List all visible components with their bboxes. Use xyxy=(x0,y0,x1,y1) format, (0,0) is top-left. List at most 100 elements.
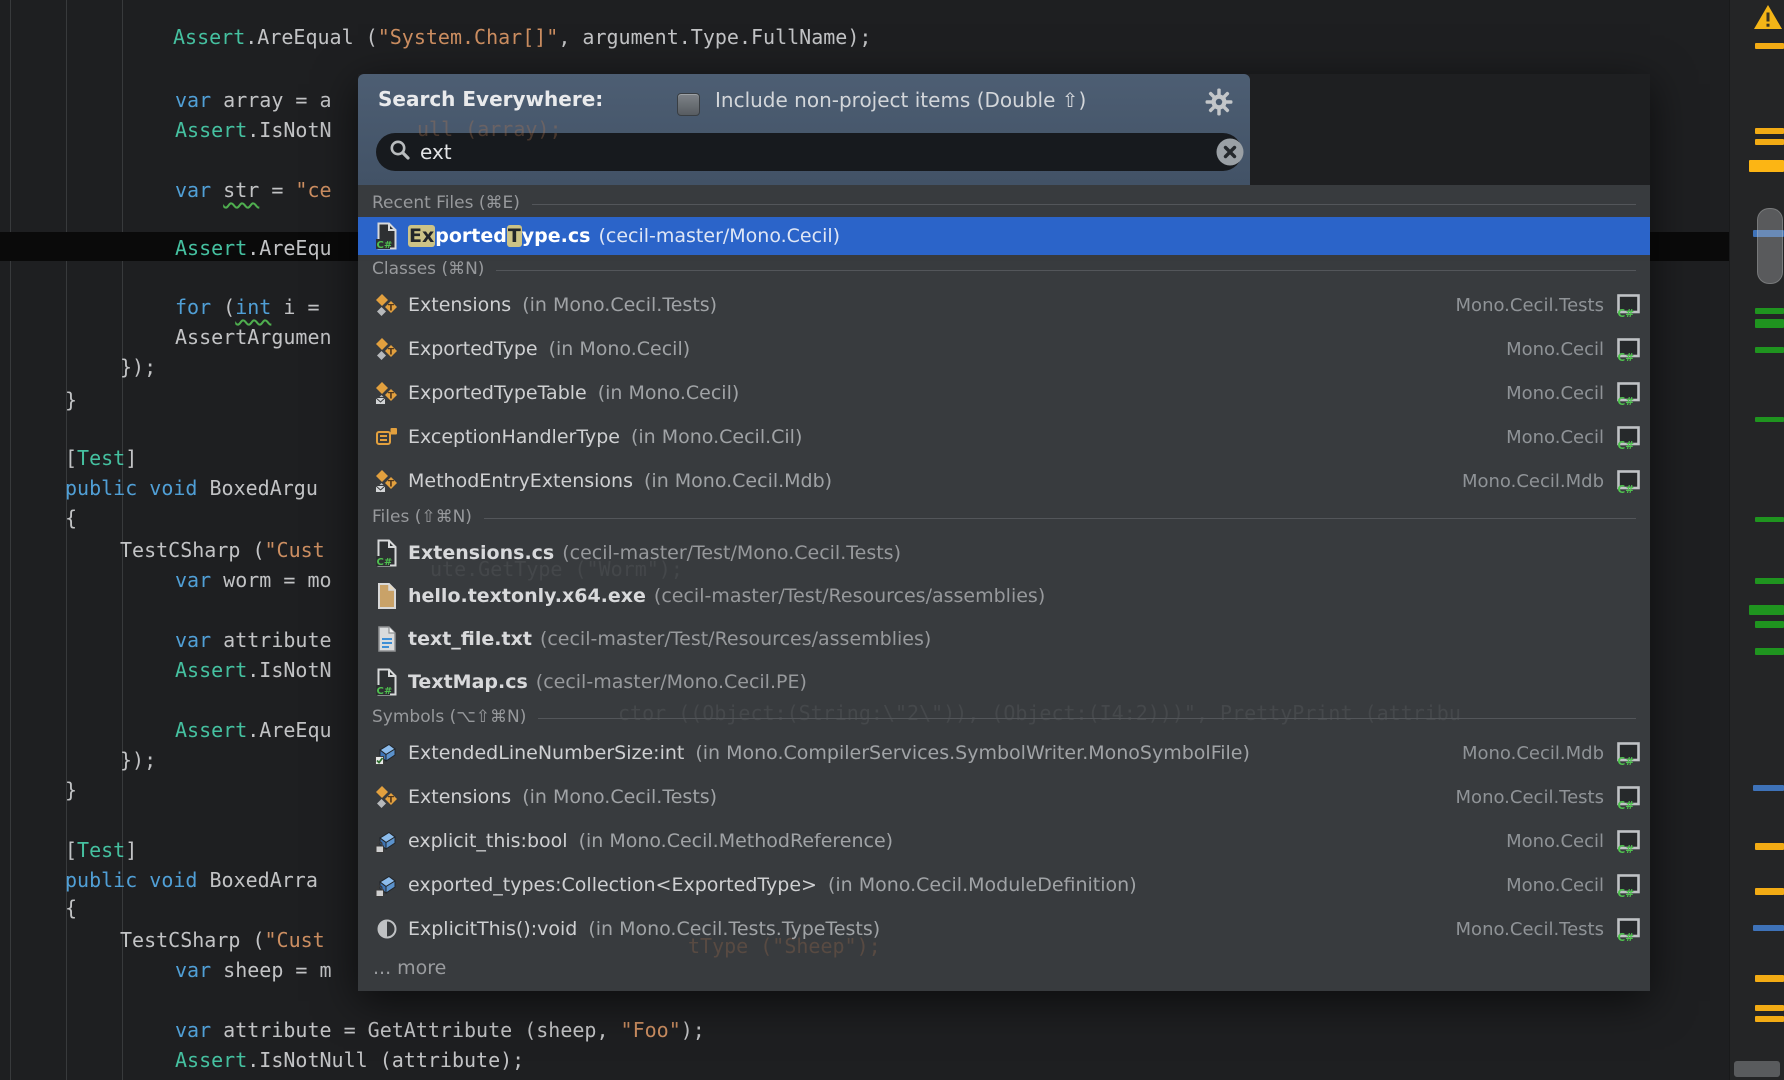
result-row[interactable]: TExportedType(in Mono.Cecil)Mono.CecilC# xyxy=(358,327,1650,371)
error-stripe-mark[interactable] xyxy=(1753,925,1784,931)
error-stripe-mark[interactable] xyxy=(1755,347,1784,353)
result-row[interactable]: C#TextMap.cs(cecil-master/Mono.Cecil.PE) xyxy=(358,660,1650,703)
gear-icon[interactable] xyxy=(1205,88,1233,120)
result-row[interactable]: C#ExportedType.cs(cecil-master/Mono.Ceci… xyxy=(358,217,1650,255)
error-stripe-mark[interactable] xyxy=(1755,843,1784,850)
csharp-file-icon: C# xyxy=(372,222,402,250)
result-module: Mono.Cecil.Tests xyxy=(1456,919,1604,940)
result-row[interactable]: text_file.txt(cecil-master/Test/Resource… xyxy=(358,617,1650,660)
include-non-project-label[interactable]: Include non-project items (Double ⇧) xyxy=(715,88,1086,112)
more-results[interactable]: ... more xyxy=(358,951,1650,985)
code-line: var attribute = GetAttribute (sheep, "Fo… xyxy=(175,1015,705,1045)
result-module: Mono.Cecil.Tests xyxy=(1456,787,1604,808)
code-line: [Test] xyxy=(65,443,137,473)
error-stripe-mark[interactable] xyxy=(1755,1016,1784,1022)
result-name: Extensions xyxy=(408,786,511,808)
search-icon xyxy=(388,138,412,166)
result-name: MethodEntryExtensions xyxy=(408,470,633,492)
result-module: Mono.Cecil xyxy=(1506,383,1604,404)
result-row[interactable]: TExportedTypeTable(in Mono.Cecil)Mono.Ce… xyxy=(358,371,1650,415)
csharp-file-icon: C# xyxy=(372,539,402,567)
error-stripe-mark[interactable] xyxy=(1755,578,1784,584)
section-title: Symbols (⌥⇧⌘N) xyxy=(372,707,526,727)
code-line: for (int i = xyxy=(175,292,332,322)
result-module: Mono.Cecil xyxy=(1506,875,1604,896)
result-row[interactable]: exported_types:Collection<ExportedType>(… xyxy=(358,863,1650,907)
svg-text:C#: C# xyxy=(1617,932,1634,942)
error-stripe-mark[interactable] xyxy=(1755,975,1784,982)
warning-triangle-icon[interactable] xyxy=(1752,3,1784,36)
svg-text:T: T xyxy=(388,796,395,806)
result-context: (cecil-master/Test/Resources/assemblies) xyxy=(654,585,1045,607)
result-row[interactable]: TExtensions(in Mono.Cecil.Tests)Mono.Cec… xyxy=(358,775,1650,819)
csharp-file-icon: C# xyxy=(372,668,402,696)
code-line: Assert.AreEqual ("System.Char[]", argume… xyxy=(173,22,871,52)
result-context: (in Mono.Cecil.Cil) xyxy=(631,426,802,448)
class-icon: T xyxy=(372,337,402,361)
error-stripe-mark[interactable] xyxy=(1755,1005,1784,1011)
error-stripe-mark[interactable] xyxy=(1749,605,1784,615)
section-header: Classes (⌘N) xyxy=(358,255,1650,283)
svg-text:C#: C# xyxy=(377,557,393,567)
result-name: ExportedType xyxy=(408,338,538,360)
error-stripe-mark[interactable] xyxy=(1755,308,1784,314)
code-line: var array = a xyxy=(175,85,332,115)
error-stripe-mark[interactable] xyxy=(1755,319,1784,328)
result-module: Mono.Cecil xyxy=(1506,427,1604,448)
svg-text:T: T xyxy=(388,304,395,314)
csharp-project-icon: C# xyxy=(1613,741,1642,766)
svg-text:C#: C# xyxy=(377,240,393,250)
code-line: { xyxy=(65,893,77,923)
section-rule xyxy=(496,270,1636,271)
result-row[interactable]: hello.textonly.x64.exe(cecil-master/Test… xyxy=(358,574,1650,617)
include-non-project-checkbox[interactable] xyxy=(677,93,700,116)
error-stripe-mark[interactable] xyxy=(1755,43,1784,49)
result-module: Mono.Cecil xyxy=(1506,339,1604,360)
indent-guide xyxy=(10,0,11,1080)
class-icon: T xyxy=(372,293,402,317)
class-icon: T xyxy=(372,785,402,809)
search-input[interactable]: ext xyxy=(376,133,1242,171)
result-row[interactable]: ExceptionHandlerType(in Mono.Cecil.Cil)M… xyxy=(358,415,1650,459)
result-module: Mono.Cecil xyxy=(1506,831,1604,852)
error-stripe-mark[interactable] xyxy=(1755,648,1784,655)
result-name: ExtendedLineNumberSize:int xyxy=(408,742,684,764)
result-name: ExportedType.cs xyxy=(408,225,590,247)
result-row[interactable]: explicit_this:bool(in Mono.Cecil.MethodR… xyxy=(358,819,1650,863)
result-row[interactable]: ExplicitThis():void(in Mono.Cecil.Tests.… xyxy=(358,907,1650,951)
error-stripe-mark[interactable] xyxy=(1755,139,1784,145)
section-header: Symbols (⌥⇧⌘N) xyxy=(358,703,1650,731)
code-line: { xyxy=(65,503,77,533)
svg-text:T: T xyxy=(388,348,395,358)
result-row[interactable]: TMethodEntryExtensions(in Mono.Cecil.Mdb… xyxy=(358,459,1650,503)
result-module: Mono.Cecil.Tests xyxy=(1456,295,1604,316)
result-row[interactable]: ExtendedLineNumberSize:int(in Mono.Compi… xyxy=(358,731,1650,775)
clear-search-icon[interactable] xyxy=(1215,137,1245,171)
error-stripe-mark[interactable] xyxy=(1755,888,1784,895)
code-line: TestCSharp ("Cust xyxy=(120,535,325,565)
section-title: Classes (⌘N) xyxy=(372,259,484,279)
code-line: var str = "ce xyxy=(175,175,332,205)
error-stripe-mark[interactable] xyxy=(1753,785,1784,791)
result-context: (cecil-master/Test/Mono.Cecil.Tests) xyxy=(562,542,901,564)
result-name: text_file.txt xyxy=(408,628,532,650)
result-context: (in Mono.Cecil.MethodReference) xyxy=(579,830,894,852)
result-row[interactable]: TExtensions(in Mono.Cecil.Tests)Mono.Cec… xyxy=(358,283,1650,327)
exe-file-icon xyxy=(372,582,402,610)
error-stripe-mark[interactable] xyxy=(1755,128,1784,134)
field-lock-icon xyxy=(372,829,402,853)
csharp-project-icon: C# xyxy=(1613,873,1642,898)
code-line: }); xyxy=(120,745,156,775)
svg-text:C#: C# xyxy=(1617,396,1634,406)
csharp-project-icon: C# xyxy=(1613,829,1642,854)
code-line: [Test] xyxy=(65,835,137,865)
scrollbar-thumb[interactable] xyxy=(1757,208,1783,284)
result-name: exported_types:Collection<ExportedType> xyxy=(408,874,817,896)
error-stripe-mark[interactable] xyxy=(1755,517,1784,522)
error-stripe-mark[interactable] xyxy=(1749,160,1784,172)
result-row[interactable]: C#Extensions.cs(cecil-master/Test/Mono.C… xyxy=(358,531,1650,574)
error-stripe-mark[interactable] xyxy=(1755,621,1784,628)
error-stripe-mark[interactable] xyxy=(1755,417,1784,422)
result-context: (in Mono.Cecil) xyxy=(549,338,691,360)
csharp-project-icon: C# xyxy=(1613,785,1642,810)
